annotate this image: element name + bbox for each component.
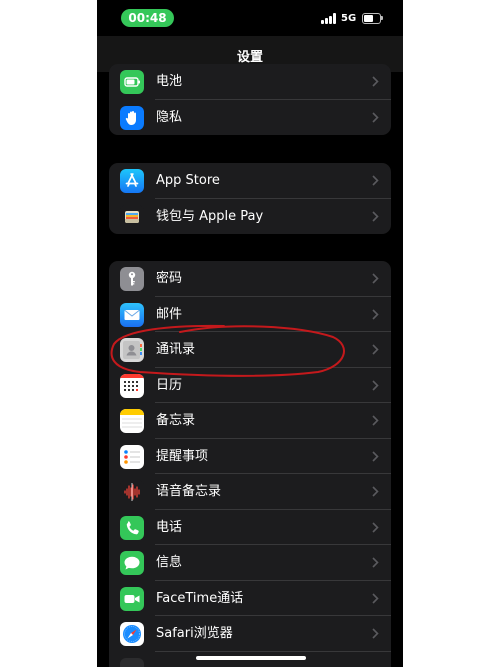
settings-row-passwords[interactable]: 密码 [109, 261, 391, 297]
settings-row-label: FaceTime通话 [156, 590, 244, 606]
settings-row-battery[interactable]: 电池 [109, 64, 391, 100]
settings-row-label: 通讯录 [156, 342, 196, 357]
phone-icon [120, 515, 144, 540]
settings-row-wallet[interactable]: 钱包与 Apple Pay [109, 199, 391, 235]
battery-tip [381, 16, 383, 20]
settings-row-label: 密码 [156, 271, 183, 286]
chevron-right-icon [372, 210, 379, 222]
chevron-right-icon [372, 450, 379, 462]
battery-icon [120, 70, 144, 94]
settings-group-apps: 密码 邮件 通讯录 日历 备忘录 提醒事项 语音备忘录 电话 信息 FaceTi… [109, 261, 391, 667]
facetime-icon [120, 586, 144, 611]
home-indicator[interactable] [196, 656, 306, 660]
chevron-right-icon [372, 344, 379, 355]
settings-row-label: 语音备忘录 [156, 484, 222, 499]
chevron-right-icon [372, 521, 379, 533]
settings-row-mail[interactable]: 邮件 [109, 297, 391, 332]
app-icon [120, 657, 144, 667]
settings-row-label: 电话 [156, 519, 183, 535]
settings-row-label: 电池 [156, 74, 183, 89]
chevron-right-icon [372, 111, 379, 123]
chevron-right-icon [372, 308, 379, 320]
battery-status-icon [362, 13, 381, 24]
settings-row-label: 隐私 [156, 109, 183, 125]
notes-icon [120, 409, 144, 433]
settings-group-system: 电池 隐私 [109, 64, 391, 135]
settings-row-contacts[interactable]: 通讯录 [109, 332, 391, 368]
voice-memos-icon [120, 480, 144, 504]
network-type: 5G [341, 13, 357, 24]
chevron-right-icon [372, 175, 379, 186]
settings-row-label: Safari浏览器 [156, 626, 233, 641]
settings-row-notes[interactable]: 备忘录 [109, 403, 391, 439]
chevron-right-icon [372, 486, 379, 497]
settings-row-label: 日历 [156, 377, 183, 393]
cellular-signal-icon [321, 13, 337, 24]
mail-icon [120, 302, 144, 327]
chevron-right-icon [372, 379, 379, 391]
chevron-right-icon [372, 273, 379, 284]
settings-row-voice-memos[interactable]: 语音备忘录 [109, 474, 391, 510]
settings-row-privacy[interactable]: 隐私 [109, 100, 391, 136]
chevron-right-icon [372, 415, 379, 426]
wallet-icon [120, 204, 144, 229]
settings-list[interactable]: 电池 隐私 App Store 钱包与 Apple Pay 密码 邮件 通讯录 … [97, 64, 403, 667]
status-time[interactable]: 00:48 [121, 9, 174, 27]
calendar-icon [120, 373, 144, 398]
reminders-icon [120, 444, 144, 469]
settings-row-phone[interactable]: 电话 [109, 510, 391, 545]
settings-row-app-store[interactable]: App Store [109, 163, 391, 199]
settings-row-facetime[interactable]: FaceTime通话 [109, 581, 391, 616]
settings-row-label: 邮件 [156, 306, 183, 322]
chevron-right-icon [372, 557, 379, 568]
chevron-right-icon [372, 592, 379, 604]
key-icon [120, 267, 144, 291]
settings-row-label: 钱包与 Apple Pay [156, 208, 264, 224]
settings-group-store: App Store 钱包与 Apple Pay [109, 163, 391, 234]
settings-row-calendar[interactable]: 日历 [109, 368, 391, 403]
settings-row-messages[interactable]: 信息 [109, 545, 391, 581]
page-title: 设置 [236, 50, 263, 65]
messages-icon [120, 551, 144, 575]
settings-row-label: 信息 [156, 555, 183, 570]
hand-icon [120, 105, 144, 130]
chevron-right-icon [372, 628, 379, 639]
settings-row-label: App Store [156, 173, 220, 188]
phone-screen: 00:48 5G 设置 电池 隐私 App Store 钱包与 Apple Pa… [97, 0, 403, 667]
status-bar: 00:48 5G [97, 0, 403, 36]
contacts-icon [120, 338, 144, 362]
settings-row-reminders[interactable]: 提醒事项 [109, 439, 391, 474]
app-store-icon [120, 169, 144, 193]
chevron-right-icon [372, 76, 379, 87]
safari-icon [120, 622, 144, 646]
settings-row-label: 提醒事项 [156, 448, 209, 464]
settings-row-safari[interactable]: Safari浏览器 [109, 616, 391, 652]
settings-row-label: 备忘录 [156, 413, 196, 428]
